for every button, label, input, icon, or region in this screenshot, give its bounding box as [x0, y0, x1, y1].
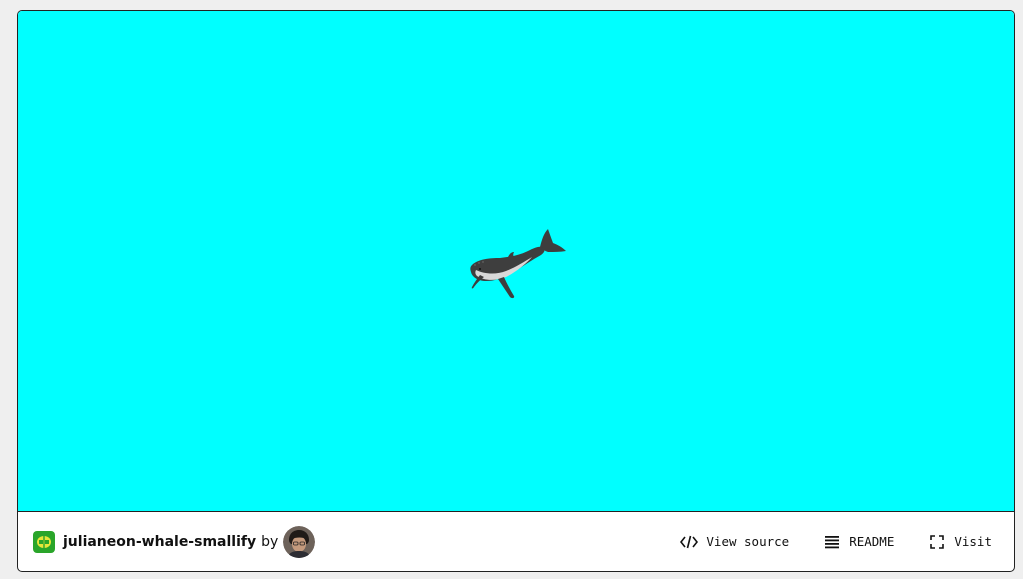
app-preview-canvas[interactable] [18, 11, 1014, 512]
list-lines-icon [823, 534, 841, 550]
readme-button[interactable]: README [823, 534, 894, 550]
app-embed-frame: julianeon-whale-smallify by View source … [17, 10, 1015, 572]
project-attribution: julianeon-whale-smallify by [18, 525, 316, 558]
whale-illustration [470, 229, 566, 299]
glitch-project-icon[interactable] [33, 530, 55, 553]
readme-label: README [849, 534, 895, 549]
view-source-button[interactable]: View source [680, 534, 789, 550]
view-source-label: View source [706, 534, 790, 549]
by-label: by [261, 533, 279, 550]
fullscreen-corners-icon [928, 534, 946, 550]
visit-label: Visit [954, 534, 992, 549]
embed-footer: julianeon-whale-smallify by View source … [18, 512, 1014, 571]
visit-button[interactable]: Visit [928, 534, 992, 550]
code-brackets-icon [680, 534, 699, 550]
project-name-link[interactable]: julianeon-whale-smallify [63, 534, 256, 550]
footer-actions: View source README Visit [646, 534, 1014, 550]
user-avatar[interactable] [283, 525, 316, 558]
